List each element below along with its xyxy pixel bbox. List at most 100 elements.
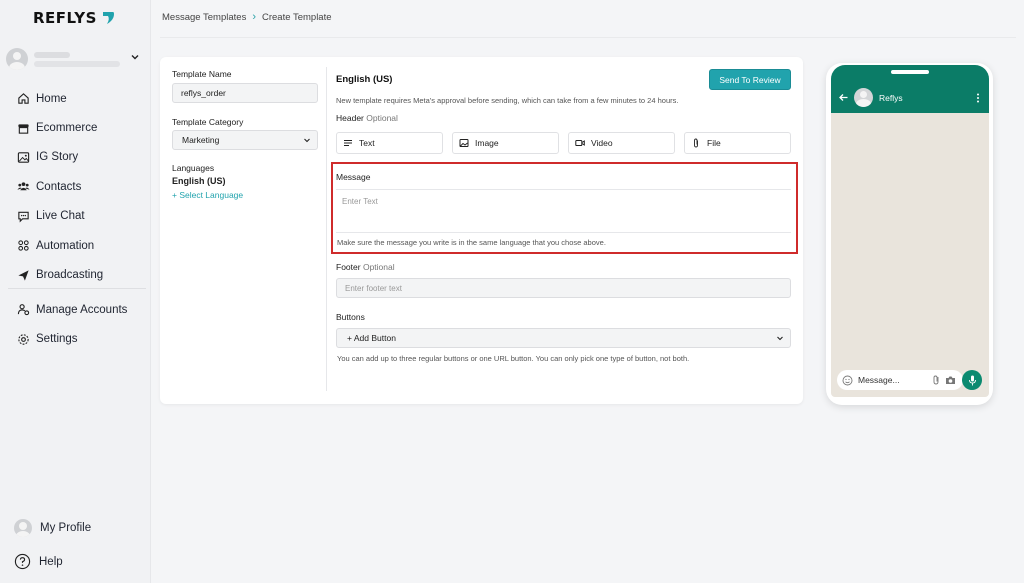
phone-chat-header: Reflys — [831, 65, 989, 113]
sidebar-item-label: Manage Accounts — [36, 303, 128, 316]
header-type-label: File — [707, 138, 721, 148]
buttons-label: Buttons — [336, 312, 365, 322]
select-language-link[interactable]: + Select Language — [172, 190, 318, 200]
template-category-label: Template Category — [172, 117, 244, 127]
optional-tag: Optional — [366, 113, 398, 123]
sidebar-item-label: Contacts — [36, 180, 82, 193]
user-cog-icon — [17, 304, 30, 316]
logo-mark-icon — [102, 12, 114, 24]
help-icon — [14, 553, 31, 570]
phone-message-input: Message... — [837, 370, 963, 390]
sidebar: REFLYS Home Ecommerce IG Story Contacts … — [0, 0, 151, 583]
phone-chat-area — [831, 113, 989, 397]
sidebar-item-label: Ecommerce — [36, 122, 98, 135]
sidebar-item-label: IG Story — [36, 151, 79, 164]
header-label-text: Header — [336, 113, 364, 123]
paperclip-icon — [933, 375, 939, 385]
user-switcher[interactable] — [6, 46, 146, 72]
buttons-note: You can add up to three regular buttons … — [337, 354, 690, 363]
footer-text-input[interactable]: Enter footer text — [336, 278, 791, 298]
chevron-down-icon — [304, 138, 310, 143]
sidebar-item-my-profile[interactable]: My Profile — [14, 519, 91, 537]
languages-label: Languages — [172, 163, 215, 173]
chevron-down-icon — [777, 336, 783, 341]
text-icon — [344, 139, 352, 147]
header-type-video-button[interactable]: Video — [568, 132, 675, 154]
sidebar-item-label: Help — [39, 555, 63, 568]
header-type-text-button[interactable]: Text — [336, 132, 443, 154]
sidebar-divider — [8, 288, 146, 289]
sidebar-item-broadcasting[interactable]: Broadcasting — [0, 260, 151, 289]
sidebar-item-ig-story[interactable]: IG Story — [0, 143, 151, 172]
template-name-label: Template Name — [172, 69, 232, 79]
camera-icon — [946, 376, 955, 384]
sidebar-item-settings[interactable]: Settings — [0, 324, 151, 353]
add-button-select[interactable]: + Add Button — [336, 328, 791, 348]
store-icon — [18, 123, 29, 134]
contact-name: Reflys — [879, 93, 903, 103]
header-divider — [160, 37, 1016, 38]
breadcrumb: Message Templates › Create Template — [162, 11, 332, 23]
sidebar-item-manage-accounts[interactable]: Manage Accounts — [0, 295, 151, 324]
more-vertical-icon — [977, 93, 979, 103]
template-name-input[interactable]: reflys_order — [172, 83, 318, 103]
optional-tag: Optional — [362, 262, 395, 272]
sidebar-item-contacts[interactable]: Contacts — [0, 172, 151, 201]
phone-mic-button — [962, 370, 982, 390]
header-label: Header Optional — [336, 113, 791, 123]
column-divider — [326, 67, 327, 391]
microphone-icon — [968, 375, 976, 385]
language-value: English (US) — [172, 176, 226, 186]
arrow-left-icon — [839, 94, 848, 101]
phone-input-placeholder: Message... — [858, 375, 900, 385]
home-icon — [18, 93, 29, 104]
footer-label: Footer Optional — [336, 262, 395, 272]
breadcrumb-parent-link[interactable]: Message Templates — [162, 12, 246, 23]
chevron-down-icon[interactable] — [130, 52, 140, 62]
video-icon — [575, 140, 585, 146]
sidebar-item-label: Automation — [36, 239, 95, 252]
sidebar-item-home[interactable]: Home — [0, 84, 151, 113]
message-textarea[interactable]: Enter Text — [336, 189, 791, 233]
users-icon — [17, 182, 30, 191]
add-button-label: + Add Button — [347, 333, 396, 343]
send-icon — [18, 269, 29, 281]
template-category-value: Marketing — [182, 135, 220, 145]
template-settings-column: Template Name reflys_order Template Cate… — [172, 69, 318, 200]
avatar — [14, 519, 32, 537]
paperclip-icon — [694, 138, 698, 148]
image-icon — [17, 152, 30, 163]
gear-icon — [18, 333, 29, 345]
template-category-select[interactable]: Marketing — [172, 130, 318, 150]
breadcrumb-current: Create Template — [261, 11, 332, 23]
emoji-icon — [842, 375, 853, 385]
header-type-file-button[interactable]: File — [684, 132, 791, 154]
phone-notch — [891, 70, 929, 74]
message-language-note: Make sure the message you write is in th… — [337, 238, 606, 247]
message-label: Message — [336, 172, 371, 182]
brand-logo[interactable]: REFLYS — [33, 8, 115, 28]
header-type-group: Text Image Video File — [336, 132, 791, 154]
header-type-image-button[interactable]: Image — [452, 132, 559, 154]
chat-icon — [18, 211, 29, 223]
sidebar-nav: Home Ecommerce IG Story Contacts Live Ch… — [0, 84, 151, 290]
approval-note: New template requires Meta's approval be… — [336, 96, 679, 105]
sidebar-item-label: Broadcasting — [36, 269, 104, 282]
header-type-label: Text — [359, 138, 375, 148]
sidebar-item-ecommerce[interactable]: Ecommerce — [0, 113, 151, 142]
automation-icon — [18, 240, 29, 251]
whatsapp-phone-preview: Reflys Message... — [826, 63, 993, 405]
header-type-label: Video — [591, 138, 613, 148]
sidebar-item-help[interactable]: Help — [14, 553, 63, 570]
avatar — [6, 48, 28, 70]
sidebar-item-automation[interactable]: Automation — [0, 231, 151, 260]
sidebar-item-label: Home — [36, 92, 67, 105]
sidebar-item-live-chat[interactable]: Live Chat — [0, 202, 151, 231]
template-editor-column: English (US) Send To Review New template… — [336, 69, 791, 154]
send-to-review-button[interactable]: Send To Review — [709, 69, 791, 90]
header-type-label: Image — [475, 138, 499, 148]
sidebar-item-label: My Profile — [40, 522, 92, 534]
contact-avatar — [854, 88, 873, 107]
sidebar-item-label: Settings — [36, 333, 78, 346]
footer-label-text: Footer — [336, 262, 361, 272]
